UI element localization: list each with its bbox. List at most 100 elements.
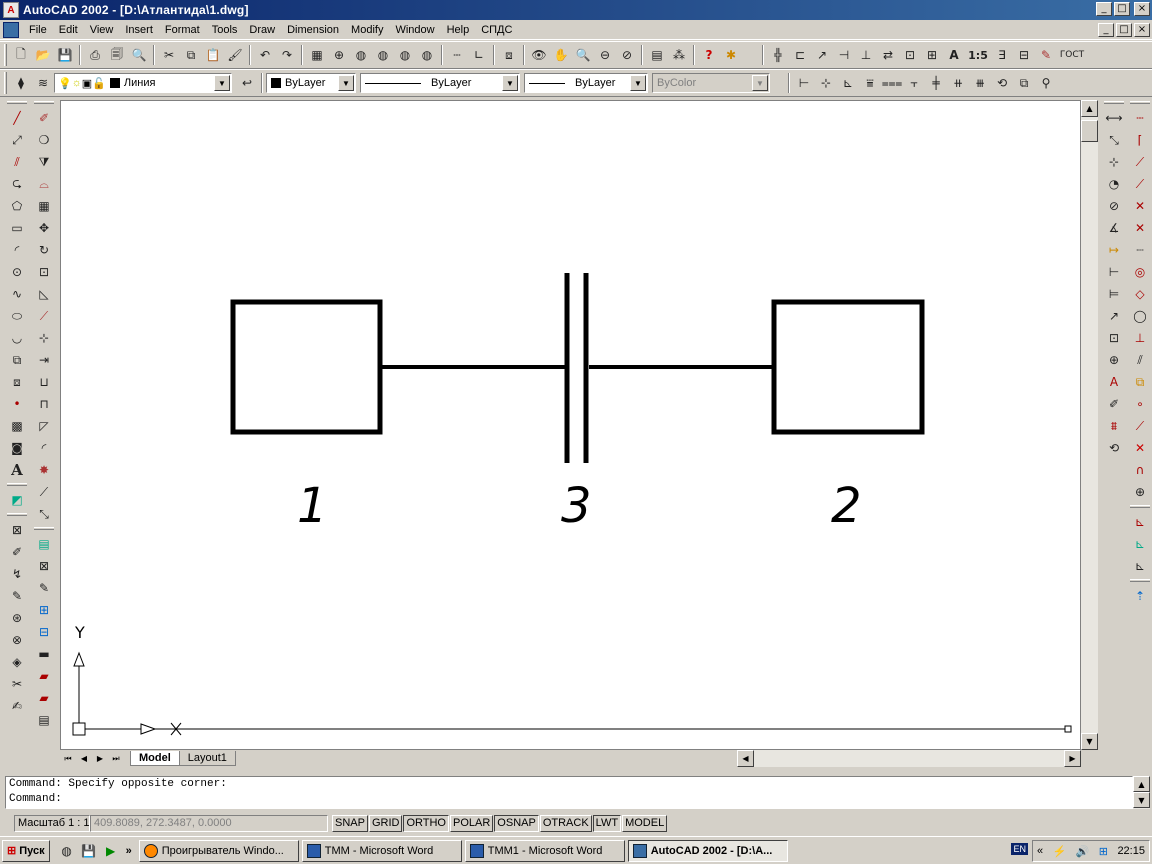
- scroll-up-icon[interactable]: ▲: [1081, 100, 1098, 117]
- copy-object-icon[interactable]: ❍: [33, 129, 55, 151]
- spds-tool-4-icon[interactable]: ✎: [6, 585, 28, 607]
- dim-center-icon[interactable]: ╪: [925, 72, 947, 94]
- layer-tool-icon[interactable]: ◩: [6, 489, 28, 511]
- toolbar-grip[interactable]: [1130, 505, 1150, 508]
- toolbar-grip[interactable]: [7, 101, 27, 104]
- menu-window[interactable]: Window: [389, 20, 440, 40]
- qdim-icon[interactable]: ↦: [1103, 239, 1125, 261]
- dimlinear-icon[interactable]: ⟷: [1103, 107, 1125, 129]
- tab-next-icon[interactable]: ▶: [92, 751, 108, 766]
- snap-extension-icon[interactable]: ┈: [1129, 239, 1151, 261]
- scroll-thumb[interactable]: [1081, 120, 1098, 142]
- ucs-icon[interactable]: ∟: [468, 44, 490, 66]
- design-center-icon[interactable]: ▦: [306, 44, 328, 66]
- match-properties-icon[interactable]: 🖌: [224, 44, 246, 66]
- toolbar-grip[interactable]: [7, 513, 27, 516]
- copy-icon[interactable]: ⧉: [180, 44, 202, 66]
- snap-perpendicular-icon[interactable]: ⊥: [1129, 327, 1151, 349]
- tolerance-icon[interactable]: ⊡: [1103, 327, 1125, 349]
- menu-tools[interactable]: Tools: [206, 20, 244, 40]
- web-icon-1[interactable]: ◍: [350, 44, 372, 66]
- color-dropdown[interactable]: ByLayer ▼: [266, 73, 356, 93]
- chevron-down-icon[interactable]: ▼: [338, 75, 354, 91]
- layers-icon[interactable]: ≋: [32, 72, 54, 94]
- trim-icon[interactable]: ⊹: [33, 327, 55, 349]
- doc-restore-button[interactable]: □: [1116, 23, 1132, 37]
- model-toggle[interactable]: MODEL: [622, 814, 668, 832]
- ortho-toggle[interactable]: ORTHO: [403, 814, 449, 832]
- menu-spds[interactable]: СПДС: [475, 20, 518, 40]
- autocad-app-icon[interactable]: A: [3, 2, 19, 18]
- tab-prev-icon[interactable]: ◀: [76, 751, 92, 766]
- spds-tool-2-icon[interactable]: ✐: [6, 541, 28, 563]
- tracking-icon[interactable]: ┄: [446, 44, 468, 66]
- snap-center-icon[interactable]: ◎: [1129, 261, 1151, 283]
- make-block-icon[interactable]: ⧈: [6, 371, 28, 393]
- dimordinate-icon[interactable]: ⊹: [1103, 151, 1125, 173]
- insert-block-icon[interactable]: ⧉: [6, 349, 28, 371]
- array-icon[interactable]: ▦: [33, 195, 55, 217]
- lwt-toggle[interactable]: LWT: [592, 814, 622, 832]
- spds-tool-3-icon[interactable]: ↯: [6, 563, 28, 585]
- tray-volume-icon[interactable]: 🔊: [1076, 845, 1090, 858]
- ext-tool-1-icon[interactable]: ▤: [33, 533, 55, 555]
- ucs-zaxis-icon[interactable]: ⊾: [1129, 555, 1151, 577]
- print-preview-icon[interactable]: 🗐: [106, 44, 128, 66]
- snap-intersection-icon[interactable]: ✕: [1129, 195, 1151, 217]
- spds-mark-icon[interactable]: ⊣: [833, 44, 855, 66]
- dim-baseline-icon[interactable]: ⊾: [837, 72, 859, 94]
- tray-network-icon[interactable]: ⚡: [1053, 845, 1067, 858]
- drawing-vertical-scrollbar[interactable]: ▲ ▼: [1081, 100, 1098, 750]
- ext-tool-5-icon[interactable]: ⊟: [33, 621, 55, 643]
- chevron-down-icon[interactable]: ▼: [630, 75, 646, 91]
- ellipse-icon[interactable]: ⬭: [6, 305, 28, 327]
- menu-draw[interactable]: Draw: [243, 20, 281, 40]
- zoom-window-icon[interactable]: ⊖: [594, 44, 616, 66]
- web-icon-3[interactable]: ◍: [394, 44, 416, 66]
- ext-tool-3-icon[interactable]: ✎: [33, 577, 55, 599]
- dim-update-icon[interactable]: ⧉: [1013, 72, 1035, 94]
- move-icon[interactable]: ✥: [33, 217, 55, 239]
- arc-icon[interactable]: ◜: [6, 239, 28, 261]
- ucs-world-icon[interactable]: ⊾: [1129, 511, 1151, 533]
- circle-icon[interactable]: ⊙: [6, 261, 28, 283]
- construction-line-icon[interactable]: ⤢: [6, 129, 28, 151]
- scale-icon[interactable]: ⊡: [33, 261, 55, 283]
- menu-edit[interactable]: Edit: [53, 20, 84, 40]
- menu-format[interactable]: Format: [159, 20, 206, 40]
- open-icon[interactable]: 📂: [32, 44, 54, 66]
- mirror-icon[interactable]: ⧩: [33, 151, 55, 173]
- stretch-icon[interactable]: ◺: [33, 283, 55, 305]
- tab-layout1[interactable]: Layout1: [178, 751, 236, 766]
- polygon-icon[interactable]: ⬠: [6, 195, 28, 217]
- zoom-realtime-icon[interactable]: 🔍: [572, 44, 594, 66]
- spds-tool-5-icon[interactable]: ⊛: [6, 607, 28, 629]
- ext-tool-2-icon[interactable]: ⊠: [33, 555, 55, 577]
- quicklaunch-player-icon[interactable]: ▶: [100, 840, 122, 862]
- scroll-right-icon[interactable]: ▶: [1064, 750, 1081, 767]
- point-icon[interactable]: •: [6, 393, 28, 415]
- menu-view[interactable]: View: [84, 20, 120, 40]
- web-icon-2[interactable]: ◍: [372, 44, 394, 66]
- cmd-scroll-down-icon[interactable]: ▼: [1133, 792, 1150, 808]
- web-icon-4[interactable]: ◍: [416, 44, 438, 66]
- fillet-icon[interactable]: ◜: [33, 437, 55, 459]
- snap-endpoint-icon[interactable]: ⟋: [1129, 151, 1151, 173]
- snap-quadrant-icon[interactable]: ◇: [1129, 283, 1151, 305]
- named-views-icon[interactable]: ⧈: [498, 44, 520, 66]
- redo-icon[interactable]: ↷: [276, 44, 298, 66]
- tray-app-icon[interactable]: ⊞: [1099, 845, 1108, 858]
- dimoverride-icon[interactable]: ⟲: [1103, 437, 1125, 459]
- doc-close-button[interactable]: ×: [1134, 23, 1150, 37]
- layer-dropdown[interactable]: 💡 ☼ ▣ 🔓 Линия ▼: [54, 73, 232, 93]
- tab-last-icon[interactable]: ⏭: [108, 751, 124, 766]
- task-word-tmm1[interactable]: ТММ1 - Microsoft Word: [464, 839, 625, 862]
- spds-tool-1-icon[interactable]: ⊠: [6, 519, 28, 541]
- spds-text-icon[interactable]: A: [943, 44, 965, 66]
- menu-help[interactable]: Help: [441, 20, 476, 40]
- snap-insert-icon[interactable]: ⧉: [1129, 371, 1151, 393]
- today-icon[interactable]: ✱: [720, 44, 742, 66]
- scroll-down-icon[interactable]: ▼: [1081, 733, 1098, 750]
- snap-nearest-icon[interactable]: ⟋: [1129, 415, 1151, 437]
- start-button[interactable]: ⊞ Пуск: [2, 839, 50, 862]
